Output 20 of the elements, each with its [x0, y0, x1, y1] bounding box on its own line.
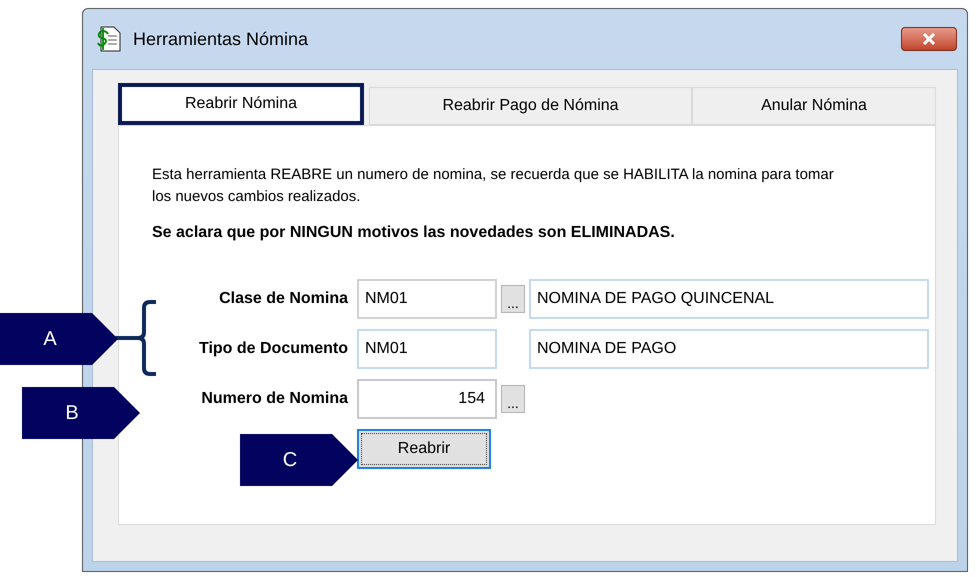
reopen-button[interactable]: Reabrir	[357, 429, 491, 469]
code-field[interactable]: NM01	[357, 329, 497, 369]
close-icon	[923, 33, 935, 45]
warning-text: Se aclara que por NINGUN motivos las novedades son ELIMINADAS.	[152, 223, 676, 243]
field-label: Tipo de Documento	[198, 339, 348, 359]
description-field[interactable]: NOMINA DE PAGO QUINCENAL	[529, 279, 929, 319]
close-button[interactable]	[901, 27, 957, 51]
lookup-button[interactable]: ...	[501, 285, 525, 313]
field-label: Numero de Nomina	[200, 389, 348, 409]
document-dollar-icon	[97, 25, 123, 53]
window-title: Herramientas Nómina	[133, 28, 308, 50]
tab[interactable]: Reabrir Pago de Nómina	[369, 87, 692, 125]
code-field[interactable]: 154	[357, 379, 497, 419]
tab[interactable]: Reabrir Nómina	[118, 83, 364, 125]
description-field[interactable]: NOMINA DE PAGO	[529, 329, 929, 369]
tab[interactable]: Anular Nómina	[692, 87, 936, 125]
description-text: Esta herramienta REABRE un numero de nomina, se recuerda que se HABILITA la nomina para tomar los nuevos cambios realizados.	[152, 165, 835, 207]
lookup-button[interactable]: ...	[501, 385, 525, 413]
code-field[interactable]: NM01	[357, 279, 497, 319]
field-label: Clase de Nomina	[218, 289, 348, 309]
